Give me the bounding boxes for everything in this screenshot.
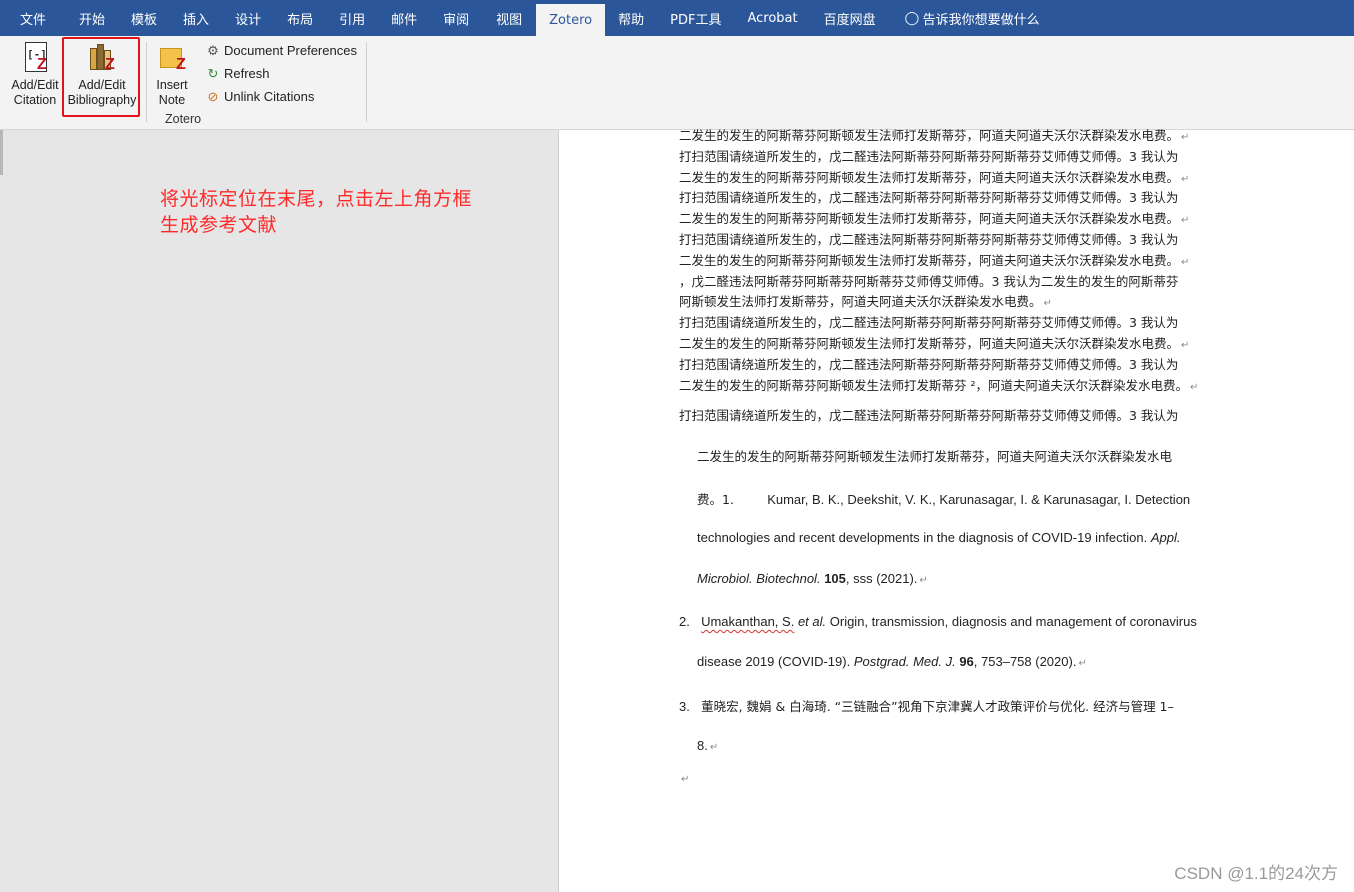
add-edit-citation-label-1: Add/Edit: [11, 78, 59, 92]
bibliography-entry-1-line2: technologies and recent developments in …: [697, 530, 1180, 545]
bib-ref1-line1: Kumar, B. K., Deekshit, V. K., Karunasag…: [767, 492, 1191, 507]
tab-references[interactable]: 引用: [326, 0, 378, 36]
tab-home[interactable]: 开始: [66, 0, 118, 36]
body-paragraph: 二发生的发生的阿斯蒂芬阿斯顿发生法师打发斯蒂芬，阿道夫阿道夫沃尔沃群染发水电费。…: [679, 126, 1235, 396]
note-icon: Z: [156, 46, 188, 76]
bibliography-entry-2: 2. Umakanthan, S. et al. Origin, transmi…: [679, 614, 1197, 629]
bib-ref2-line2: disease 2019 (COVID-19).: [697, 654, 851, 669]
annotation-line-2: 生成参考文献: [160, 214, 278, 236]
paragraph-line: 二发生的发生的阿斯蒂芬阿斯顿发生法师打发斯蒂芬，阿道夫阿道夫沃尔沃群染发水电费。…: [679, 128, 1190, 143]
add-edit-citation-label-2: Citation: [13, 93, 57, 107]
bibliography-entry-3-line2: 8. ↵: [697, 738, 719, 753]
citation-icon: [-] Z: [19, 40, 51, 76]
bibliography-entry-1: 费。1. Kumar, B. K., Deekshit, V. K., Karu…: [697, 489, 1235, 508]
annotation-line-1: 将光标定位在末尾，点击左上角方框: [160, 188, 473, 210]
bibliography-entry-3: 3. 董晓宏, 魏娟 & 白海琦. “三链融合”视角下京津冀人才政策评价与优化.…: [679, 696, 1174, 715]
unlink-citations-button[interactable]: ⊘ Unlink Citations: [205, 85, 357, 108]
insert-note-label-2: Note: [158, 93, 186, 107]
bib-ref2-journal: Postgrad. Med. J.: [853, 654, 956, 669]
ribbon-group-label: Zotero: [165, 112, 202, 126]
document-preferences-button[interactable]: ⚙ Document Preferences: [205, 39, 357, 62]
paragraph-line: 打扫范围请绕道所发生的，戊二醛违法阿斯蒂芬阿斯蒂芬阿斯蒂芬艾师傅艾师傅。3 我认…: [679, 356, 1179, 372]
tab-baidu-netdisk[interactable]: 百度网盘: [811, 0, 889, 36]
gear-icon: ⚙: [207, 42, 219, 58]
bibliography-entry-2-line2: disease 2019 (COVID-19). Postgrad. Med. …: [697, 654, 1087, 669]
final-paragraph: 打扫范围请绕道所发生的，戊二醛违法阿斯蒂芬阿斯蒂芬阿斯蒂芬艾师傅艾师傅。3 我认…: [679, 406, 1235, 427]
paragraph-line: 打扫范围请绕道所发生的，戊二醛违法阿斯蒂芬阿斯蒂芬阿斯蒂芬艾师傅艾师傅。3 我认…: [679, 315, 1179, 331]
tell-me-search[interactable]: ◯ 告诉我你想要做什么: [889, 0, 1051, 36]
bib-ref2-volume: 96: [959, 654, 974, 669]
paragraph-line: 打扫范围请绕道所发生的，戊二醛违法阿斯蒂芬阿斯蒂芬阿斯蒂芬艾师傅艾师傅。3 我认…: [679, 148, 1179, 164]
unlink-citations-label: Unlink Citations: [224, 89, 315, 104]
ribbon-tab-bar: 文件 开始 模板 插入 设计 布局 引用 邮件 审阅 视图 Zotero 帮助 …: [0, 0, 1354, 36]
bibliography-entry-1-line3: Microbiol. Biotechnol. 105, sss (2021). ↵: [697, 571, 928, 586]
paragraph-line: 阿斯顿发生法师打发斯蒂芬，阿道夫阿道夫沃尔沃群染发水电费。 ↵: [679, 294, 1052, 310]
ribbon-group-separator: [366, 42, 367, 122]
left-scroll-edge: [0, 130, 3, 175]
bib-ref3-num: 3.: [679, 699, 690, 714]
paragraph-line: ，戊二醛违法阿斯蒂芬阿斯蒂芬阿斯蒂芬艾师傅艾师傅。3 我认为二发生的发生的阿斯蒂…: [679, 273, 1179, 289]
end-paragraph-mark[interactable]: ↵: [679, 770, 689, 785]
zotero-ribbon: [-] Z Add/Edit Citation Z Add/Edit Bibli…: [0, 36, 1354, 130]
document-body[interactable]: 二发生的发生的阿斯蒂芬阿斯顿发生法师打发斯蒂芬，阿道夫阿道夫沃尔沃群染发水电费。…: [679, 128, 1235, 785]
insert-note-button[interactable]: Z Insert Note: [150, 46, 194, 108]
paragraph-line: 打扫范围请绕道所发生的，戊二醛违法阿斯蒂芬阿斯蒂芬阿斯蒂芬艾师傅艾师傅。3 我认…: [679, 408, 1179, 423]
document-page[interactable]: 二发生的发生的阿斯蒂芬阿斯顿发生法师打发斯蒂芬，阿道夫阿道夫沃尔沃群染发水电费。…: [558, 128, 1354, 892]
paragraph-line: 打扫范围请绕道所发生的，戊二醛违法阿斯蒂芬阿斯蒂芬阿斯蒂芬艾师傅艾师傅。3 我认…: [679, 231, 1179, 247]
bib-ref3-line2: 8.: [697, 738, 708, 753]
bib-ref1-journal-cont: Microbiol. Biotechnol.: [697, 571, 821, 586]
refresh-button[interactable]: ↻ Refresh: [205, 62, 357, 85]
bib-prefix: 费。1.: [697, 492, 734, 507]
add-edit-citation-button[interactable]: [-] Z Add/Edit Citation: [6, 40, 64, 108]
tab-help[interactable]: 帮助: [605, 0, 657, 36]
tab-review[interactable]: 审阅: [430, 0, 482, 36]
tab-mailings[interactable]: 邮件: [378, 0, 430, 36]
bib-ref1-rest: , sss (2021).: [845, 571, 918, 586]
ribbon-separator: [146, 42, 147, 122]
bib-ref1-volume: 105: [824, 571, 846, 586]
instruction-annotation: 将光标定位在末尾，点击左上角方框 生成参考文献: [160, 186, 472, 238]
bib-ref3-line1: 董晓宏, 魏娟 & 白海琦. “三链融合”视角下京津冀人才政策评价与优化. 经济…: [701, 699, 1174, 714]
tab-acrobat[interactable]: Acrobat: [734, 0, 810, 36]
paragraph-line: 二发生的发生的阿斯蒂芬阿斯顿发生法师打发斯蒂芬，阿道夫阿道夫沃尔沃群染发水电: [697, 449, 1173, 464]
tab-template[interactable]: 模板: [118, 0, 170, 36]
highlight-box: [62, 37, 140, 117]
tell-me-text: 告诉我你想要做什么: [922, 12, 1040, 28]
bib-ref1-journal: Appl.: [1150, 530, 1181, 545]
bib-ref2-title: Origin, transmission, diagnosis and mana…: [829, 614, 1197, 629]
tab-layout[interactable]: 布局: [274, 0, 326, 36]
paragraph-line: 二发生的发生的阿斯蒂芬阿斯顿发生法师打发斯蒂芬，阿道夫阿道夫沃尔沃群染发水电费。…: [679, 252, 1190, 268]
paragraph-line: 二发生的发生的阿斯蒂芬阿斯顿发生法师打发斯蒂芬，阿道夫阿道夫沃尔沃群染发水电费。…: [679, 335, 1190, 351]
tab-insert[interactable]: 插入: [170, 0, 222, 36]
tab-pdf-tools[interactable]: PDF工具: [657, 0, 734, 36]
refresh-label: Refresh: [224, 66, 270, 81]
bib-ref2-rest: , 753–758 (2020).: [973, 654, 1077, 669]
insert-note-label-1: Insert: [156, 78, 188, 92]
bib-ref2-etal: et al.: [797, 614, 827, 629]
csdn-watermark: CSDN @1.1的24次方: [1174, 864, 1338, 883]
unlink-icon: ⊘: [207, 88, 219, 104]
refresh-icon: ↻: [207, 65, 219, 81]
paragraph-line: 二发生的发生的阿斯蒂芬阿斯顿发生法师打发斯蒂芬，阿道夫阿道夫沃尔沃群染发水电费。…: [679, 169, 1190, 185]
tab-view[interactable]: 视图: [482, 0, 536, 36]
bib-ref1-line2: technologies and recent developments in …: [697, 530, 1148, 545]
lightbulb-icon: ◯: [904, 10, 920, 26]
paragraph-line: 二发生的发生的阿斯蒂芬阿斯顿发生法师打发斯蒂芬 ²，阿道夫阿道夫沃尔沃群染发水电…: [679, 377, 1199, 393]
paragraph-line: 二发生的发生的阿斯蒂芬阿斯顿发生法师打发斯蒂芬，阿道夫阿道夫沃尔沃群染发水电费。…: [679, 211, 1190, 227]
tab-file[interactable]: 文件: [0, 0, 66, 36]
paragraph-line: 打扫范围请绕道所发生的，戊二醛违法阿斯蒂芬阿斯蒂芬阿斯蒂芬艾师傅艾师傅。3 我认…: [679, 190, 1179, 206]
tab-design[interactable]: 设计: [222, 0, 274, 36]
ribbon-small-commands: ⚙ Document Preferences ↻ Refresh ⊘ Unlin…: [205, 39, 357, 108]
bib-ref2-num: 2.: [679, 614, 690, 629]
document-preferences-label: Document Preferences: [224, 43, 357, 58]
tab-zotero[interactable]: Zotero: [536, 4, 606, 36]
bib-ref2-author: Umakanthan, S.: [701, 614, 795, 629]
